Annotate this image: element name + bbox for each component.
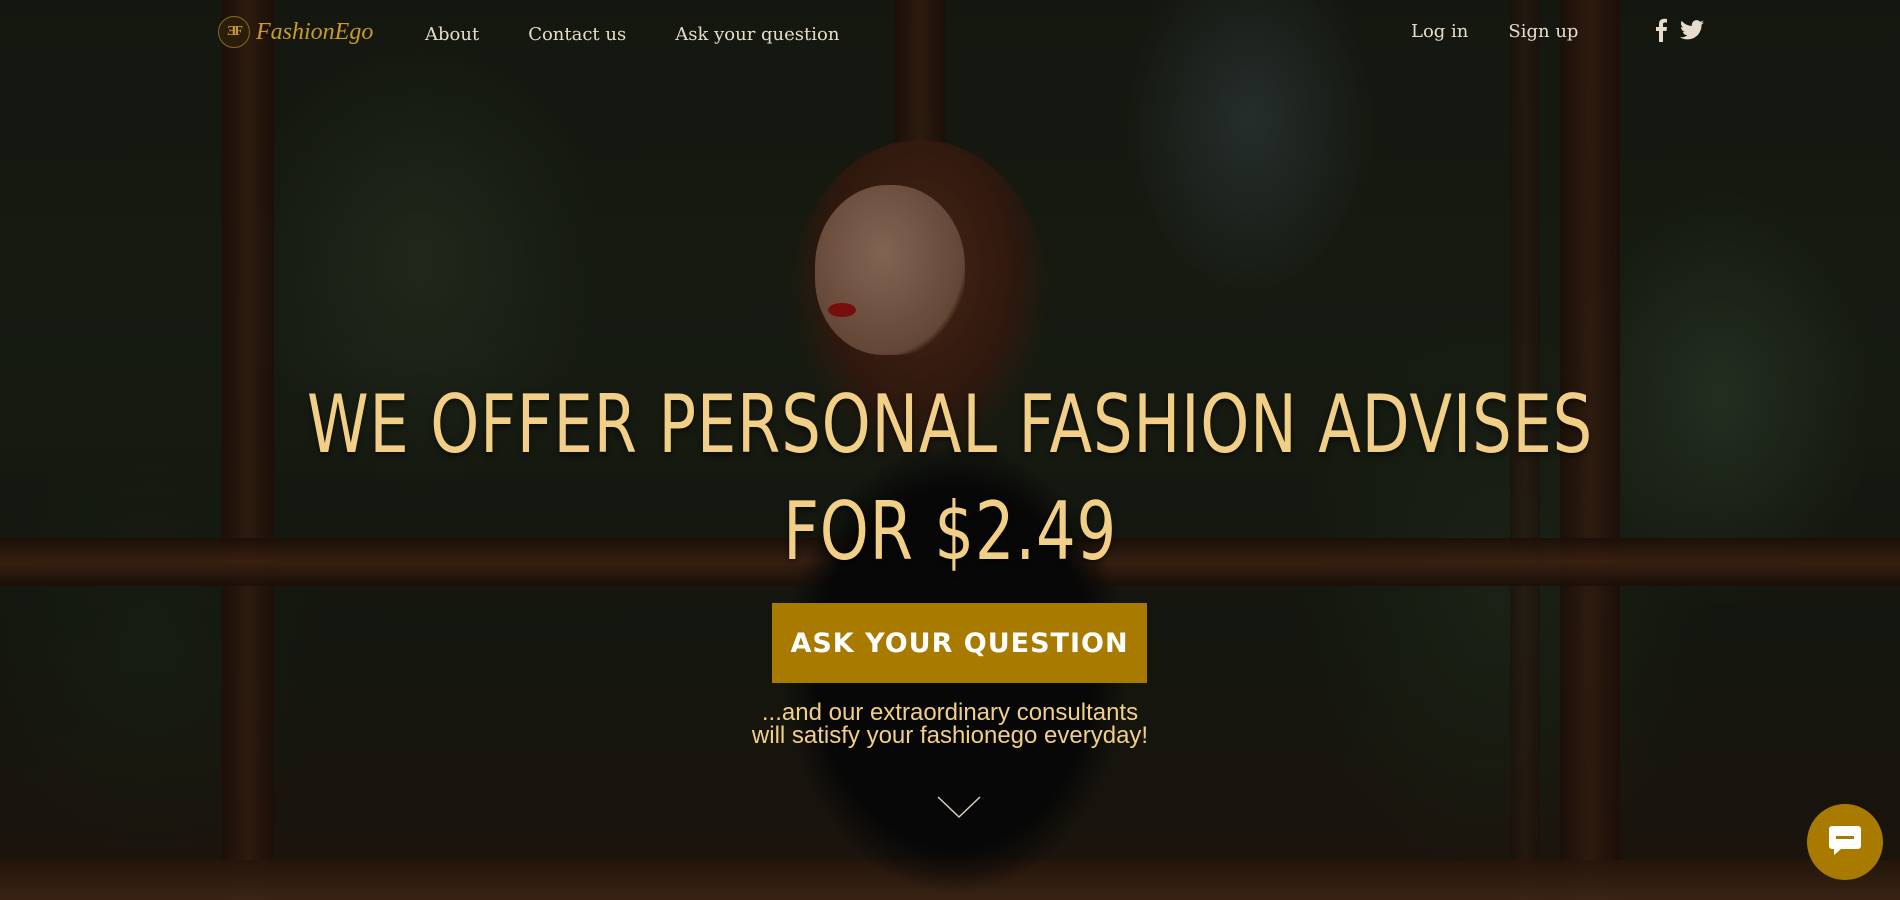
signup-link[interactable]: Sign up — [1508, 21, 1578, 42]
hero-title-line2: FOR $2.49 — [783, 485, 1117, 578]
logo-mark-icon: ƎF — [218, 16, 250, 48]
twitter-icon[interactable] — [1680, 20, 1704, 45]
hero-title-line1: WE OFFER PERSONAL FASHION ADVISES — [306, 378, 1594, 471]
hero-subtitle-line2: will satisfy your fashionego everyday! — [751, 722, 1149, 749]
chat-icon — [1827, 824, 1863, 861]
login-link[interactable]: Log in — [1411, 21, 1468, 42]
social-links — [1654, 18, 1704, 47]
auth-nav: Log in Sign up — [1411, 21, 1578, 42]
main-nav: About Contact us Ask your question — [425, 24, 839, 45]
chat-button[interactable] — [1807, 804, 1883, 880]
facebook-icon[interactable] — [1654, 18, 1668, 47]
nav-link-about[interactable]: About — [425, 24, 479, 45]
nav-link-contact-us[interactable]: Contact us — [528, 24, 626, 45]
ask-question-button[interactable]: ASK YOUR QUESTION — [772, 603, 1147, 683]
brand-name: FashionEgo — [256, 18, 374, 45]
brand-logo[interactable]: ƎF FashionEgo — [218, 16, 373, 48]
site-header: ƎF FashionEgo About Contact us Ask your … — [0, 0, 1900, 70]
chevron-down-icon[interactable] — [936, 795, 982, 824]
nav-link-ask-your-question[interactable]: Ask your question — [675, 24, 839, 45]
